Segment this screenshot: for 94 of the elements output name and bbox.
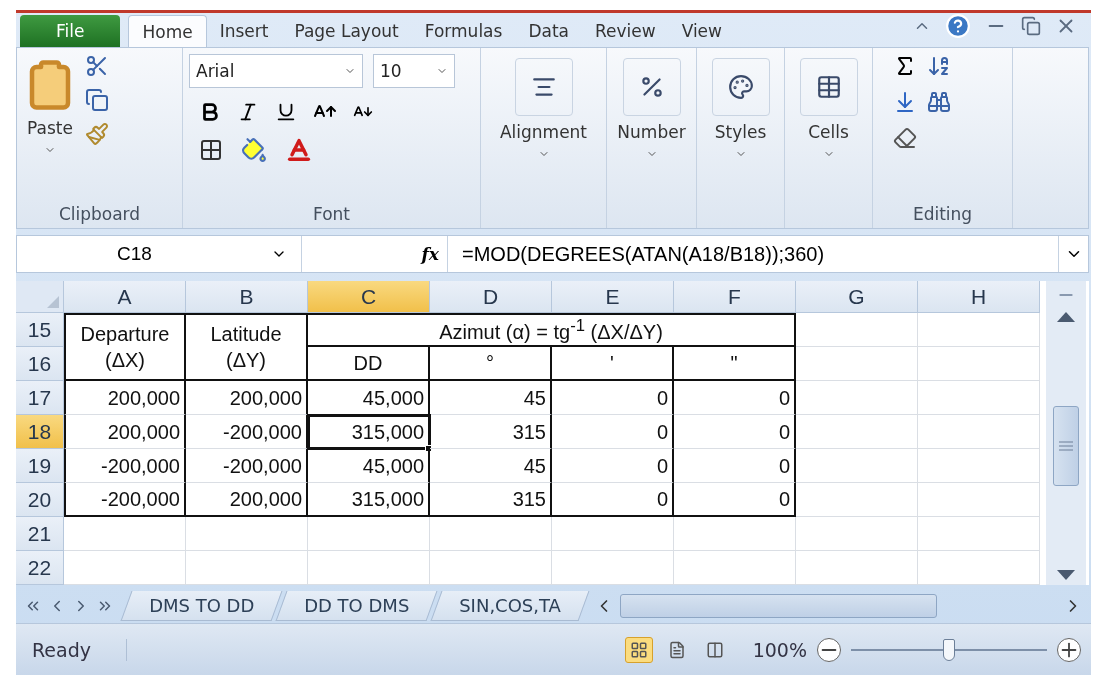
table-cell: ' <box>552 347 674 381</box>
triangle-icon <box>47 296 59 308</box>
table-cell: 0 <box>552 449 674 483</box>
row-header[interactable]: 18 <box>16 415 64 449</box>
row-header[interactable]: 16 <box>16 347 64 381</box>
alignment-button[interactable]: Alignment <box>487 54 600 160</box>
table-cell: 45 <box>430 381 552 415</box>
group-label: Font <box>312 204 351 224</box>
scroll-thumb[interactable] <box>1053 406 1079 486</box>
ribbon-tab[interactable]: Review <box>582 15 669 47</box>
group-label: Editing <box>911 204 974 224</box>
status-text: Ready <box>32 638 127 661</box>
zoom-out-icon[interactable] <box>817 637 841 662</box>
sort-icon[interactable] <box>927 54 951 78</box>
table-cell: 0 <box>552 415 674 449</box>
table-cell: 45 <box>430 449 552 483</box>
font-name-field[interactable]: Arial <box>189 54 363 88</box>
palette-icon <box>727 74 754 100</box>
help-icon[interactable] <box>945 13 971 39</box>
ribbon-tab[interactable]: Home <box>128 15 207 47</box>
zoom-in-icon[interactable] <box>1057 637 1081 662</box>
file-menu-tab[interactable]: File <box>20 15 121 47</box>
column-header[interactable]: C <box>308 281 430 313</box>
row-header[interactable]: 21 <box>16 517 64 551</box>
paintbrush-icon[interactable] <box>85 122 109 146</box>
table-cell: 45,000 <box>308 381 430 415</box>
cells-button[interactable]: Cells <box>791 54 866 160</box>
sheet-tab[interactable]: DD TO DMS <box>275 591 438 621</box>
table-cell: Azimut (α) = tg$^{-1}$ (ΔX/ΔY) <box>308 313 796 347</box>
paint-bucket-icon[interactable] <box>241 137 267 163</box>
row-header[interactable]: 15 <box>16 313 64 347</box>
table-cell: 0 <box>674 381 796 415</box>
table-cell: 45,000 <box>308 449 430 483</box>
table-cell: 0 <box>552 483 674 517</box>
table-cell: 315 <box>430 483 552 517</box>
font-color-icon[interactable] <box>285 136 313 164</box>
table-cell: 315 <box>430 415 552 449</box>
column-header[interactable]: B <box>186 281 308 313</box>
ribbon-tab[interactable]: Insert <box>206 15 282 47</box>
scroll-down-icon[interactable] <box>1056 569 1076 581</box>
table-cell: Departure (ΔX) <box>64 313 186 381</box>
ribbon-tab[interactable]: View <box>668 15 735 47</box>
ribbon-tab[interactable]: Formulas <box>411 15 516 47</box>
table-cell: 200,000 <box>64 381 186 415</box>
slider-thumb[interactable] <box>943 638 955 661</box>
table-cell: 200,000 <box>64 415 186 449</box>
eraser-icon[interactable] <box>893 126 917 150</box>
table-cell: 315,000 <box>308 483 430 517</box>
font-size-field[interactable]: 10 <box>373 54 455 88</box>
column-header[interactable]: E <box>552 281 674 313</box>
binoculars-icon[interactable] <box>927 90 951 114</box>
zoom-level[interactable]: 100% <box>752 638 807 661</box>
table-cell: 200,000 <box>186 483 308 517</box>
grid-view-icon[interactable] <box>624 636 653 663</box>
table-cell: -200,000 <box>64 483 186 517</box>
styles-button[interactable]: Styles <box>703 54 778 160</box>
column-header[interactable]: A <box>64 281 186 313</box>
scroll-up-icon[interactable] <box>1056 311 1076 323</box>
table-cell: " <box>674 347 796 381</box>
copy-icon[interactable] <box>85 88 109 112</box>
table-cell: -200,000 <box>186 449 308 483</box>
row-header[interactable]: 17 <box>16 381 64 415</box>
column-header[interactable]: F <box>674 281 796 313</box>
borders-icon[interactable] <box>199 138 223 162</box>
paste-button[interactable]: Paste <box>23 54 77 204</box>
scroll-thumb[interactable] <box>620 594 937 618</box>
ribbon-tab[interactable]: Data <box>515 15 582 47</box>
column-header[interactable]: D <box>430 281 552 313</box>
column-header[interactable]: G <box>796 281 918 313</box>
scissors-icon[interactable] <box>85 54 109 78</box>
row-header[interactable]: 22 <box>16 551 64 585</box>
number-button[interactable]: Number <box>613 54 690 160</box>
fill-handle[interactable] <box>425 445 432 452</box>
group-label: Clipboard <box>57 204 142 224</box>
table-cell: 0 <box>674 415 796 449</box>
column-header[interactable]: H <box>918 281 1040 313</box>
table-cell: 200,000 <box>186 381 308 415</box>
table-cell: DD <box>308 347 430 381</box>
table-cell: ° <box>430 347 552 381</box>
table-cell: 315,000 <box>308 415 430 449</box>
table-cell: 0 <box>674 483 796 517</box>
restore-icon[interactable] <box>1021 16 1041 36</box>
table-icon <box>815 74 842 100</box>
table-cell: Latitude (ΔY) <box>186 313 308 381</box>
table-cell: -200,000 <box>186 415 308 449</box>
table-cell: -200,000 <box>64 449 186 483</box>
table-cell: 0 <box>674 449 796 483</box>
ribbon-tab[interactable]: Page Layout <box>281 15 412 47</box>
underline-icon[interactable] <box>275 101 297 123</box>
table-cell: 0 <box>552 381 674 415</box>
row-header[interactable]: 19 <box>16 449 64 483</box>
sheet-tab[interactable]: DMS TO DD <box>120 591 283 621</box>
row-header[interactable]: 20 <box>16 483 64 517</box>
sheet-tab[interactable]: SIN,COS,TA <box>430 591 590 621</box>
